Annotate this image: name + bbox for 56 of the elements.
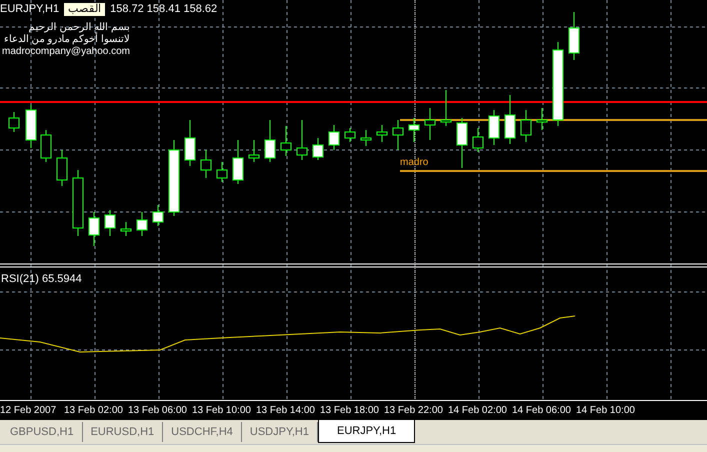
candlestick bbox=[200, 150, 212, 178]
candlestick bbox=[440, 90, 452, 126]
time-label: 13 Feb 02:00 bbox=[64, 404, 124, 418]
candlestick bbox=[392, 120, 404, 150]
candlestick bbox=[376, 124, 388, 142]
candlestick bbox=[296, 120, 308, 160]
candlestick bbox=[264, 120, 276, 162]
time-label: 13 Feb 14:00 bbox=[256, 404, 316, 418]
time-label: 12 Feb 2007 bbox=[0, 404, 58, 418]
candlestick bbox=[104, 210, 116, 236]
candlestick bbox=[152, 204, 164, 226]
candlestick bbox=[8, 112, 20, 132]
candlestick bbox=[280, 126, 292, 156]
candlestick bbox=[232, 140, 244, 184]
chart-tab[interactable]: EURJPY,H1 bbox=[318, 420, 416, 443]
time-label: 14 Feb 10:00 bbox=[576, 404, 636, 418]
chart-note: لاتنسوا أخوكم مادرو من الدعاء bbox=[4, 34, 130, 46]
chart-tab[interactable]: USDCHF,H4 bbox=[163, 422, 242, 442]
candlestick bbox=[408, 118, 420, 142]
candlestick bbox=[216, 162, 228, 182]
candlestick bbox=[344, 128, 356, 142]
candlestick bbox=[120, 222, 132, 236]
candlestick bbox=[504, 94, 516, 144]
indicator-label: RSI(21) 65.5944 bbox=[1, 272, 82, 287]
price-quote: 158.72 158.41 158.62 bbox=[110, 2, 218, 17]
tooltip: القصب bbox=[63, 2, 106, 17]
candlestick bbox=[26, 104, 36, 148]
candlestick bbox=[56, 150, 68, 186]
candlestick bbox=[472, 128, 484, 152]
candlestick bbox=[184, 120, 196, 166]
candlestick bbox=[248, 140, 260, 162]
time-label: 14 Feb 02:00 bbox=[448, 404, 508, 418]
candlestick bbox=[40, 130, 52, 162]
chart-note: madrocompany@yahoo.com bbox=[2, 46, 130, 58]
candlestick bbox=[488, 110, 500, 146]
candlestick bbox=[88, 212, 100, 246]
candlestick bbox=[312, 138, 324, 160]
candlestick bbox=[424, 108, 436, 140]
time-label: 13 Feb 18:00 bbox=[320, 404, 380, 418]
line-label: madro bbox=[400, 157, 428, 169]
candlestick bbox=[72, 170, 84, 236]
chart-tab[interactable]: GBPUSD,H1 bbox=[2, 422, 83, 442]
candlestick bbox=[520, 110, 532, 142]
time-label: 13 Feb 22:00 bbox=[384, 404, 444, 418]
time-label: 13 Feb 10:00 bbox=[192, 404, 252, 418]
time-label: 13 Feb 06:00 bbox=[128, 404, 188, 418]
chart-tab[interactable]: EURUSD,H1 bbox=[82, 422, 164, 442]
chart-note: بسم الله الرحمن الرحيم bbox=[28, 22, 130, 33]
candlestick bbox=[568, 12, 580, 60]
candlestick bbox=[328, 124, 340, 150]
candlestick bbox=[536, 108, 548, 130]
candlestick bbox=[360, 130, 372, 146]
candlestick bbox=[456, 118, 468, 168]
candlestick bbox=[136, 212, 148, 236]
chart-symbol: EURJPY,H1 bbox=[0, 2, 60, 17]
time-label: 14 Feb 06:00 bbox=[512, 404, 572, 418]
